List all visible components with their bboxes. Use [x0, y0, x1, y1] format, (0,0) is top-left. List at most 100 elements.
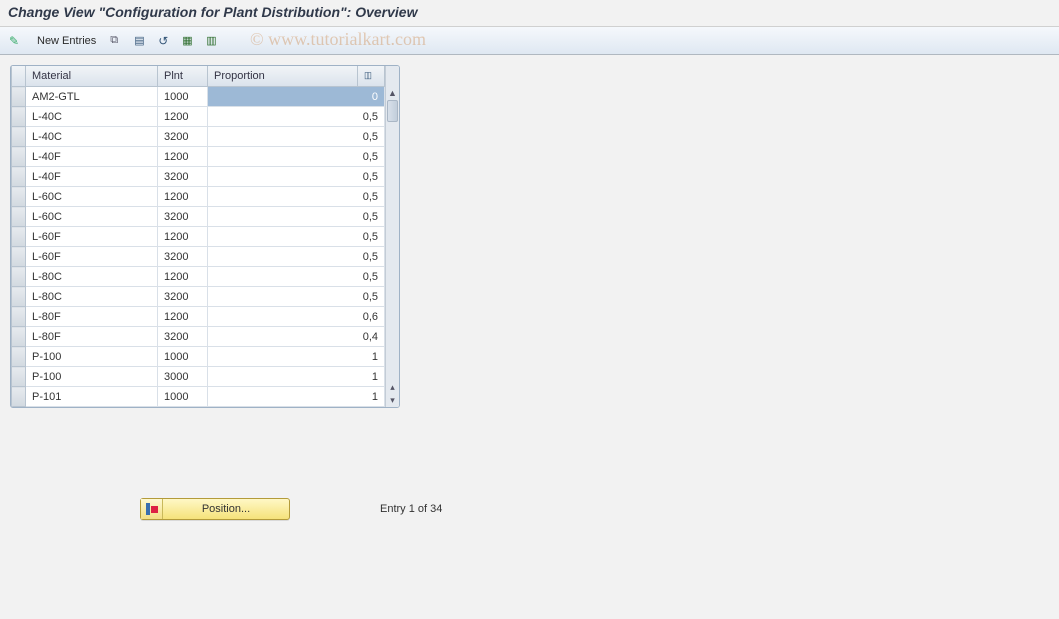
cell-material[interactable]: L-40F — [26, 167, 158, 187]
table-row[interactable]: L-40F32000,5 — [12, 167, 385, 187]
cell-proportion[interactable]: 0,5 — [208, 167, 385, 187]
cell-plnt[interactable]: 1000 — [158, 87, 208, 107]
table-row[interactable]: L-60C12000,5 — [12, 187, 385, 207]
column-proportion[interactable]: Proportion — [208, 66, 358, 87]
cell-material[interactable]: P-101 — [26, 387, 158, 407]
cell-proportion[interactable]: 0,5 — [208, 127, 385, 147]
cell-plnt[interactable]: 1000 — [158, 347, 208, 367]
copy-button[interactable] — [107, 31, 127, 51]
cell-material[interactable]: L-40C — [26, 107, 158, 127]
row-selector[interactable] — [12, 247, 26, 267]
new-entries-button[interactable]: New Entries — [30, 31, 103, 51]
table-row[interactable]: L-80C12000,5 — [12, 267, 385, 287]
deselect-all-button[interactable] — [203, 31, 223, 51]
cell-proportion[interactable]: 0,5 — [208, 107, 385, 127]
cell-material[interactable]: P-100 — [26, 367, 158, 387]
cell-plnt[interactable]: 1200 — [158, 187, 208, 207]
table-row[interactable]: AM2-GTL10000 — [12, 87, 385, 107]
row-selector[interactable] — [12, 387, 26, 407]
cell-proportion[interactable]: 1 — [208, 387, 385, 407]
scroll-down-small[interactable]: ▴ — [387, 381, 399, 393]
table-row[interactable]: L-40C32000,5 — [12, 127, 385, 147]
table-row[interactable]: L-80F32000,4 — [12, 327, 385, 347]
cell-proportion[interactable]: 1 — [208, 367, 385, 387]
cell-plnt[interactable]: 3200 — [158, 207, 208, 227]
scroll-track[interactable] — [386, 100, 399, 381]
cell-plnt[interactable]: 1200 — [158, 307, 208, 327]
cell-plnt[interactable]: 1200 — [158, 107, 208, 127]
cell-material[interactable]: L-40C — [26, 127, 158, 147]
row-selector[interactable] — [12, 87, 26, 107]
cell-material[interactable]: L-60C — [26, 207, 158, 227]
cell-proportion[interactable]: 0 — [208, 87, 385, 107]
cell-material[interactable]: L-60F — [26, 247, 158, 267]
cell-proportion[interactable]: 0,5 — [208, 207, 385, 227]
row-selector[interactable] — [12, 287, 26, 307]
cell-material[interactable]: AM2-GTL — [26, 87, 158, 107]
column-material[interactable]: Material — [26, 66, 158, 87]
column-plnt[interactable]: Plnt — [158, 66, 208, 87]
row-selector[interactable] — [12, 327, 26, 347]
row-selector[interactable] — [12, 107, 26, 127]
cell-plnt[interactable]: 3000 — [158, 367, 208, 387]
table-row[interactable]: L-60C32000,5 — [12, 207, 385, 227]
row-selector[interactable] — [12, 267, 26, 287]
cell-proportion[interactable]: 0,5 — [208, 287, 385, 307]
cell-proportion[interactable]: 0,5 — [208, 147, 385, 167]
save-button[interactable] — [131, 31, 151, 51]
cell-proportion[interactable]: 0,5 — [208, 247, 385, 267]
scroll-up-arrow[interactable]: ▲ — [387, 86, 399, 100]
cell-proportion[interactable]: 0,5 — [208, 187, 385, 207]
cell-material[interactable]: L-80C — [26, 267, 158, 287]
cell-plnt[interactable]: 3200 — [158, 287, 208, 307]
table-row[interactable]: L-80F12000,6 — [12, 307, 385, 327]
row-selector[interactable] — [12, 227, 26, 247]
cell-proportion[interactable]: 1 — [208, 347, 385, 367]
scroll-thumb[interactable] — [387, 100, 398, 122]
scroll-down-arrow[interactable]: ▾ — [387, 393, 399, 407]
table-row[interactable]: L-40C12000,5 — [12, 107, 385, 127]
cell-material[interactable]: L-60C — [26, 187, 158, 207]
row-selector[interactable] — [12, 347, 26, 367]
cell-plnt[interactable]: 1200 — [158, 267, 208, 287]
table-row[interactable]: L-40F12000,5 — [12, 147, 385, 167]
cell-plnt[interactable]: 1200 — [158, 227, 208, 247]
vertical-scrollbar[interactable]: ▲ ▴ ▾ — [385, 66, 399, 407]
table-header-row: Material Plnt Proportion — [12, 66, 385, 87]
cell-material[interactable]: P-100 — [26, 347, 158, 367]
cell-material[interactable]: L-80F — [26, 327, 158, 347]
table-row[interactable]: P-10110001 — [12, 387, 385, 407]
row-selector[interactable] — [12, 207, 26, 227]
table-row[interactable]: L-60F32000,5 — [12, 247, 385, 267]
row-selector[interactable] — [12, 367, 26, 387]
cell-plnt[interactable]: 1200 — [158, 147, 208, 167]
undo-button[interactable] — [155, 31, 175, 51]
row-selector[interactable] — [12, 187, 26, 207]
cell-plnt[interactable]: 3200 — [158, 327, 208, 347]
table-row[interactable]: L-60F12000,5 — [12, 227, 385, 247]
cell-material[interactable]: L-80F — [26, 307, 158, 327]
cell-plnt[interactable]: 3200 — [158, 247, 208, 267]
cell-proportion[interactable]: 0,4 — [208, 327, 385, 347]
row-selector[interactable] — [12, 147, 26, 167]
cell-material[interactable]: L-80C — [26, 287, 158, 307]
cell-proportion[interactable]: 0,5 — [208, 267, 385, 287]
cell-plnt[interactable]: 3200 — [158, 127, 208, 147]
cell-proportion[interactable]: 0,6 — [208, 307, 385, 327]
table-row[interactable]: P-10030001 — [12, 367, 385, 387]
row-selector[interactable] — [12, 127, 26, 147]
cell-plnt[interactable]: 1000 — [158, 387, 208, 407]
select-all-header[interactable] — [12, 66, 26, 87]
row-selector[interactable] — [12, 167, 26, 187]
position-button[interactable]: Position... — [140, 498, 290, 520]
table-row[interactable]: L-80C32000,5 — [12, 287, 385, 307]
cell-proportion[interactable]: 0,5 — [208, 227, 385, 247]
select-all-button[interactable] — [179, 31, 199, 51]
cell-material[interactable]: L-60F — [26, 227, 158, 247]
change-button[interactable] — [6, 31, 26, 51]
row-selector[interactable] — [12, 307, 26, 327]
cell-plnt[interactable]: 3200 — [158, 167, 208, 187]
cell-material[interactable]: L-40F — [26, 147, 158, 167]
table-row[interactable]: P-10010001 — [12, 347, 385, 367]
configure-columns-button[interactable] — [358, 66, 385, 87]
